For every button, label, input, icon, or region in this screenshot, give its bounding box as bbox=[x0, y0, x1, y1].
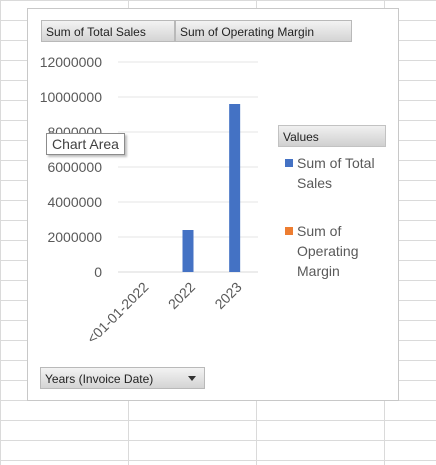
x-tick-label: 2022 bbox=[165, 279, 198, 312]
y-tick-label: 6000000 bbox=[47, 159, 102, 175]
dropdown-arrow-icon[interactable] bbox=[188, 376, 196, 381]
y-tick-label: 4000000 bbox=[47, 194, 102, 210]
bar-total-sales-2[interactable] bbox=[229, 104, 241, 272]
legend-swatch-total-sales bbox=[285, 159, 293, 167]
y-tick-label: 0 bbox=[94, 264, 102, 280]
y-tick-label: 10000000 bbox=[40, 89, 103, 105]
x-tick-label: 2023 bbox=[211, 279, 244, 312]
bar-total-sales-1[interactable] bbox=[182, 230, 194, 272]
y-tick-label: 12000000 bbox=[40, 54, 103, 70]
legend-header-values[interactable]: Values bbox=[278, 125, 386, 147]
legend-label-operating-margin: Sum of Operating Margin bbox=[297, 223, 359, 279]
legend-swatch-operating-margin bbox=[285, 227, 293, 235]
field-button-years-label: Years (Invoice Date) bbox=[45, 372, 154, 386]
legend-label-total-sales: Sum of Total Sales bbox=[297, 155, 375, 191]
chart-area-tooltip: Chart Area bbox=[46, 133, 125, 155]
x-tick-label: <01-01-2022 bbox=[84, 279, 152, 347]
y-tick-label: 2000000 bbox=[47, 229, 102, 245]
field-button-years-invoice-date[interactable]: Years (Invoice Date) bbox=[40, 367, 205, 389]
